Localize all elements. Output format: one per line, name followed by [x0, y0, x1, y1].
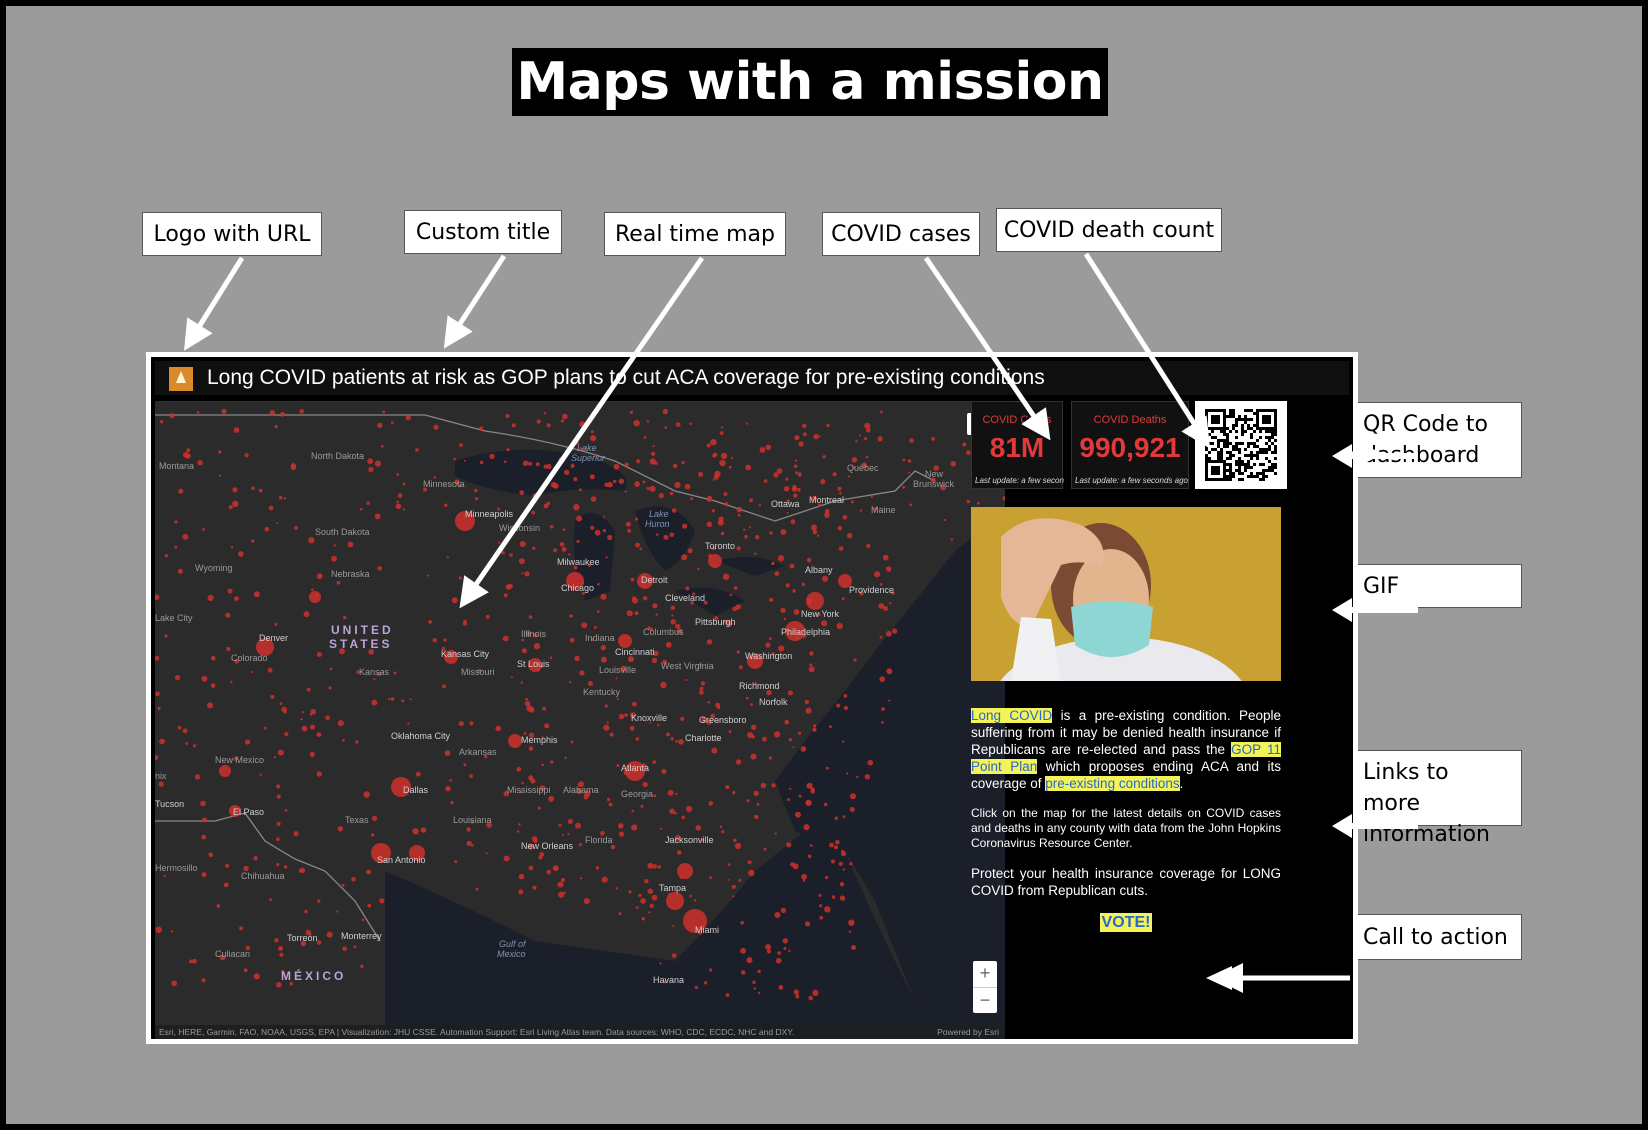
arrow-head-cta: [1206, 966, 1232, 990]
arrow-real-time-map: [459, 256, 705, 609]
arrow-head-links: [1332, 814, 1352, 838]
slide: Maps with a mission Logo with URL Custom…: [0, 0, 1648, 1130]
callout-arrows: [184, 252, 1418, 993]
arrow-head-qr: [1332, 444, 1352, 468]
arrow-covid-cases: [923, 256, 1051, 441]
left-arrow-shafts: [1350, 453, 1418, 829]
left-arrow-heads: [1206, 444, 1352, 990]
arrow-covid-deaths: [1083, 252, 1211, 449]
arrow-custom-title: [443, 254, 507, 349]
arrow-logo: [184, 256, 245, 351]
arrow-head-gif: [1332, 598, 1352, 622]
